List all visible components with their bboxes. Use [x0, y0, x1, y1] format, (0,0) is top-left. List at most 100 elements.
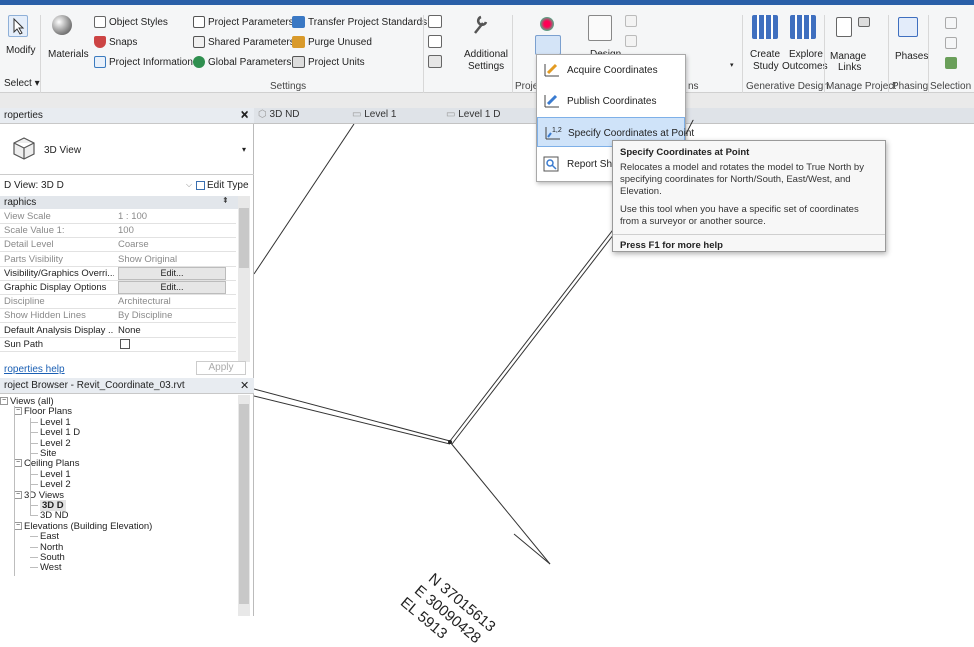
project-units-button[interactable]: Project Units [308, 57, 365, 68]
wrench-icon[interactable] [470, 13, 490, 37]
phasing-group-label: Phasing [892, 81, 929, 92]
collapse-icon[interactable]: − [14, 521, 22, 530]
chevron-down-icon[interactable]: ▾ [242, 145, 246, 154]
scrollbar-thumb[interactable] [239, 404, 249, 604]
design-small-icon[interactable] [625, 35, 637, 47]
edit-button[interactable]: Edit... [118, 281, 226, 294]
tree-item[interactable]: Level 2 [40, 438, 71, 449]
phases-icon[interactable] [898, 17, 918, 37]
tree-connector [30, 484, 38, 486]
additional-settings-label[interactable]: Additional [464, 49, 508, 60]
survey-point[interactable] [448, 440, 452, 444]
modify-button[interactable]: Modify [6, 45, 35, 56]
location-icon[interactable] [540, 17, 554, 31]
panel-icon[interactable] [428, 35, 442, 48]
tab-level-1[interactable]: ▭ Level 1 [352, 109, 396, 123]
materials-icon[interactable] [52, 15, 72, 35]
tree-item[interactable]: 3D ND [40, 510, 69, 521]
manage-label[interactable]: Manage [830, 51, 866, 62]
select-dropdown[interactable]: Select ▾ [4, 78, 40, 89]
object-styles-button[interactable]: Object Styles [109, 17, 168, 28]
manage-links-icon[interactable] [836, 17, 852, 37]
transfer-project-standards-button[interactable]: Transfer Project Standards [308, 17, 427, 28]
collapse-icon[interactable]: − [0, 397, 8, 405]
tab-level-1-d[interactable]: ▭ Level 1 D [446, 109, 500, 123]
tree-item[interactable]: Level 1 D [40, 427, 80, 438]
property-row[interactable]: Visibility/Graphics Overri... Edit... [0, 266, 236, 281]
study-label[interactable]: Study [753, 61, 779, 72]
tree-ceiling-plans[interactable]: Ceiling Plans [24, 458, 79, 469]
tree-item[interactable]: Level 1 [40, 417, 71, 428]
design-icon[interactable] [588, 15, 612, 41]
sun-path-checkbox[interactable] [120, 338, 130, 349]
property-row[interactable]: Default Analysis Display ... None [0, 324, 236, 338]
apply-button[interactable]: Apply [196, 361, 246, 375]
tree-floor-plans[interactable]: Floor Plans [24, 406, 72, 417]
view-selector[interactable]: D View: 3D D [4, 180, 64, 191]
property-row[interactable]: View Scale 1 : 100 [0, 210, 236, 224]
link-small-icon[interactable] [858, 17, 870, 27]
create-label[interactable]: Create [750, 49, 780, 60]
project-information-button[interactable]: Project Information [109, 57, 193, 68]
tree-elevations[interactable]: Elevations (Building Elevation) [24, 521, 152, 532]
type-name[interactable]: 3D View [44, 145, 81, 156]
property-row[interactable]: Detail Level Coarse [0, 238, 236, 253]
selection-icon[interactable] [945, 37, 957, 49]
tree-connector [30, 418, 31, 516]
menu-item-label: Specify Coordinates at Point [568, 128, 695, 139]
tree-item[interactable]: North [40, 542, 63, 553]
tab-3d-nd[interactable]: ⬡ 3D ND [258, 109, 300, 123]
outcomes-label[interactable]: Outcomes [782, 61, 828, 72]
help-link[interactable]: roperties help [4, 364, 65, 375]
explore-outcomes-icon[interactable] [790, 15, 816, 39]
chevron-down-icon[interactable]: ⌵ [186, 180, 192, 190]
collapse-icon[interactable]: − [14, 459, 22, 468]
property-row[interactable]: Scale Value 1: 100 [0, 224, 236, 239]
scrollbar-thumb[interactable] [239, 208, 249, 268]
tree-item[interactable]: South [40, 552, 65, 563]
property-row[interactable]: Discipline Architectural [0, 295, 236, 310]
additional-settings-label[interactable]: Settings [468, 61, 504, 72]
links-label[interactable]: Links [838, 62, 861, 73]
property-row[interactable]: Graphic Display Options Edit... [0, 281, 236, 295]
close-icon[interactable]: ✕ [240, 379, 249, 392]
graphics-section[interactable]: raphics ⇞ [0, 196, 238, 209]
phases-button[interactable]: Phases [895, 51, 928, 62]
edit-button[interactable]: Edit... [118, 266, 226, 280]
tree-views-all[interactable]: Views (all) [10, 396, 54, 407]
tree-item[interactable]: West [40, 562, 61, 573]
tree-item[interactable]: Level 1 [40, 469, 71, 480]
materials-button[interactable]: Materials [48, 49, 89, 60]
acquire-coordinates-item[interactable]: Acquire Coordinates [537, 55, 685, 85]
collapse-icon[interactable]: − [14, 407, 22, 416]
explore-label[interactable]: Explore [789, 49, 823, 60]
tree-item[interactable]: Level 2 [40, 479, 71, 490]
global-parameters-button[interactable]: Global Parameters [208, 57, 291, 68]
tree-item[interactable]: 3D D [40, 500, 66, 511]
coordinates-dropdown-icon[interactable] [535, 35, 561, 55]
property-row[interactable]: Parts Visibility Show Original [0, 253, 236, 267]
tree-item[interactable]: East [40, 531, 59, 542]
property-row[interactable]: Sun Path [0, 338, 236, 352]
tree-connector [30, 557, 38, 558]
cursor-icon[interactable] [8, 15, 28, 37]
property-row[interactable]: Show Hidden Lines By Discipline [0, 309, 236, 324]
collapse-icon[interactable]: ⇞ [222, 196, 229, 205]
close-icon[interactable]: ✕ [240, 108, 249, 121]
panel-icon[interactable] [428, 55, 442, 68]
panel-icon[interactable] [428, 15, 442, 28]
publish-coordinates-item[interactable]: Publish Coordinates [537, 86, 685, 116]
shared-parameters-button[interactable]: Shared Parameters [208, 37, 295, 48]
project-parameters-button[interactable]: Project Parameters [208, 17, 294, 28]
design-small-icon[interactable] [625, 15, 637, 27]
dropdown-arrow-icon[interactable]: ▾ [730, 61, 738, 69]
create-study-icon[interactable] [752, 15, 778, 39]
selection-icon[interactable] [945, 17, 957, 29]
divider [742, 15, 743, 95]
selection-icon[interactable] [945, 57, 957, 69]
purge-unused-button[interactable]: Purge Unused [308, 37, 372, 48]
tree-item[interactable]: Site [40, 448, 56, 459]
edit-type-button[interactable]: Edit Type [207, 180, 249, 191]
snaps-button[interactable]: Snaps [109, 37, 137, 48]
collapse-icon[interactable]: − [14, 490, 22, 499]
